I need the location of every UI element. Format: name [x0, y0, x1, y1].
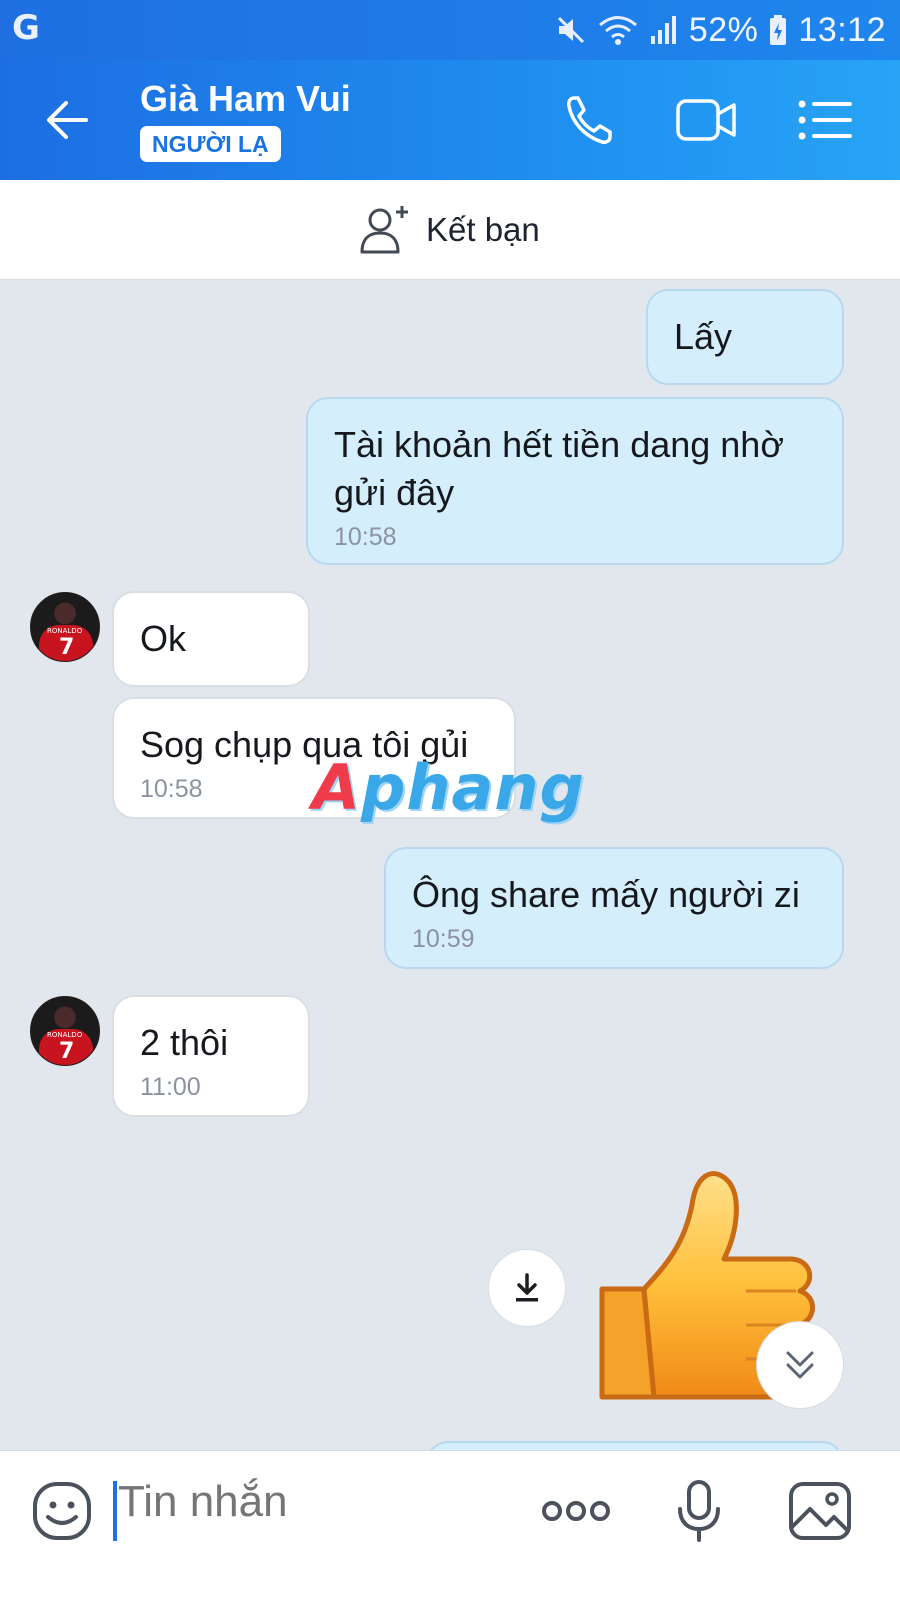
chat-area[interactable]: Lấy Tài khoản hết tiền dang nhờ gửi đây …: [0, 281, 900, 1481]
menu-list-icon[interactable]: [794, 92, 858, 148]
contact-avatar[interactable]: RONALDO 7: [30, 592, 100, 662]
watermark-logo: Aphang: [312, 751, 585, 824]
avatar-shirt-number: 7: [59, 635, 75, 660]
google-icon: G: [12, 8, 40, 48]
message-bubble-incoming[interactable]: Ok: [112, 591, 310, 687]
avatar-shirt-name: RONALDO: [47, 627, 83, 635]
chat-header: Già Ham Vui NGƯỜI LẠ: [0, 60, 900, 180]
scroll-to-bottom-button[interactable]: [756, 1321, 844, 1409]
message-input[interactable]: [118, 1477, 498, 1527]
message-text: 2 thôi: [140, 1022, 229, 1063]
message-text-line: gửi đây: [334, 472, 455, 513]
download-icon: [516, 1273, 538, 1302]
message-text: Lấy: [674, 316, 733, 357]
add-friend-bar: Kết bạn: [0, 180, 900, 280]
add-friend-button[interactable]: Kết bạn: [358, 202, 540, 258]
battery-icon: [770, 15, 787, 45]
message-text-line: Tài khoản hết tiền dang nhờ: [334, 424, 784, 465]
back-arrow-icon[interactable]: [38, 90, 98, 150]
battery-percent: 52%: [688, 10, 759, 49]
stranger-badge: NGƯỜI LẠ: [140, 126, 281, 162]
phone-icon[interactable]: [560, 92, 624, 148]
avatar-shirt-name: RONALDO: [47, 1031, 83, 1039]
avatar-shirt-number: 7: [59, 1039, 75, 1064]
status-bar: G 52% 13:12: [0, 0, 900, 60]
wifi-icon: [598, 16, 637, 45]
contact-name[interactable]: Già Ham Vui: [140, 78, 351, 120]
download-button[interactable]: [488, 1249, 566, 1327]
message-text: Ok: [140, 618, 187, 659]
microphone-icon[interactable]: [676, 1479, 722, 1543]
more-icon[interactable]: [540, 1493, 612, 1529]
message-bubble-outgoing[interactable]: Lấy: [646, 289, 844, 385]
message-bubble-incoming[interactable]: 2 thôi 11:00: [112, 995, 310, 1117]
double-chevron-down-icon: [786, 1351, 814, 1379]
message-text: Ông share mấy người zi: [412, 874, 800, 915]
message-time: 10:59: [412, 925, 475, 953]
contact-avatar[interactable]: RONALDO 7: [30, 996, 100, 1066]
message-time: 10:58: [334, 523, 397, 551]
status-bar-right: 52% 13:12: [555, 8, 886, 52]
emoji-icon[interactable]: [32, 1481, 92, 1541]
message-bubble-outgoing[interactable]: Tài khoản hết tiền dang nhờ gửi đây 10:5…: [306, 397, 844, 565]
video-call-icon[interactable]: [674, 92, 738, 148]
image-icon[interactable]: [788, 1481, 852, 1541]
watermark-first-letter: A: [312, 751, 361, 824]
signal-icon: [650, 16, 676, 44]
add-friend-icon: [360, 206, 408, 254]
message-time: 11:00: [140, 1073, 201, 1101]
add-friend-label: Kết bạn: [426, 211, 540, 248]
watermark-text: phang: [360, 751, 585, 824]
clock: 13:12: [798, 10, 886, 49]
message-input-bar: [0, 1450, 900, 1600]
text-cursor: [113, 1481, 117, 1541]
mute-icon: [557, 16, 584, 44]
message-bubble-outgoing[interactable]: Ông share mấy người zi 10:59: [384, 847, 844, 969]
